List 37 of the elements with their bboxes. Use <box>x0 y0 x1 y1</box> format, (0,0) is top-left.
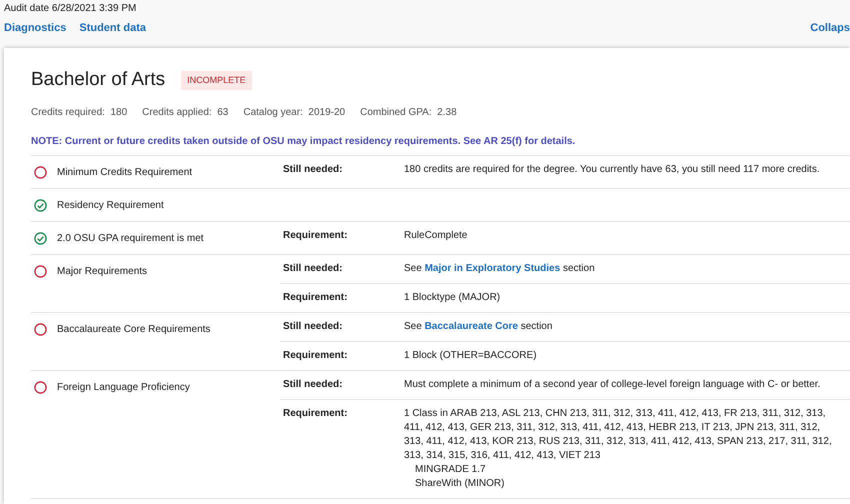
degree-stat: Credits required: 180 <box>31 106 128 120</box>
degree-stat: Combined GPA: 2.38 <box>360 106 457 120</box>
requirement-name: Residency Requirement <box>57 198 164 212</box>
detail-text: RuleComplete <box>404 228 468 242</box>
detail-text: 180 credits are required for the degree. You currently have 63, you still need 117 more credits. <box>404 162 821 176</box>
collapse-link[interactable]: Collaps <box>810 20 850 36</box>
requirement-name: Foreign Language Proficiency <box>57 380 190 394</box>
audit-date: Audit date 6/28/2021 3:39 PM <box>4 2 138 16</box>
detail-label: Requirement: <box>282 406 348 420</box>
requirement-name: Baccalaureate Core Requirements <box>57 322 210 336</box>
degree-stat: Catalog year: 2019-20 <box>243 106 346 120</box>
detail-text: 1 Block (OTHER=BACCORE) <box>404 348 538 362</box>
nav-link[interactable]: Student data <box>79 20 146 36</box>
detail-label: Still needed: <box>282 320 344 334</box>
requirement-name: Minimum Credits Requirement <box>57 166 192 178</box>
requirement-name: 2.0 OSU GPA requirement is met <box>57 232 204 244</box>
detail-text: Must complete a minimum of a second year of college-level foreign language with C- or better. <box>404 378 822 392</box>
detail-subtext: MINGRADE 1.7 <box>414 462 487 476</box>
degree-title: Bachelor of Arts <box>31 68 166 92</box>
detail-label: Still needed: <box>282 162 344 176</box>
detail-text: See Baccalaureate Core section <box>404 320 552 332</box>
detail-text: 1 Blocktype (MAJOR) <box>404 290 502 304</box>
detail-label: Requirement: <box>282 348 348 362</box>
detail-subtext: ShareWith (MINOR) <box>414 476 506 490</box>
section-link[interactable]: Baccalaureate Core <box>424 320 518 332</box>
residency-note: NOTE: Current or future credits taken outside of OSU may impact residency requirements. See AR 25(f) for details. <box>31 134 850 156</box>
status-badge: INCOMPLETE <box>181 70 252 90</box>
detail-label: Requirement: <box>282 228 348 242</box>
requirement-name: Major Requirements <box>57 264 148 278</box>
detail-label: Still needed: <box>282 262 344 276</box>
detail-label: Requirement: <box>282 290 348 304</box>
detail-text: 1 Class in ARAB 213, ASL 213, CHN 213, 311, 312, 313, 411, 412, 413, FR 213, 311, 312, 313, 411, 412, 413, GER 213, 311, 312, 313, 411, 412, 413, HEBR 213, IT 213, JPN 213, 311, 312, 313, 411, 412, 413, KOR 213, RUS 213, 311, 312, 313, 411, 412, 413, SPAN 213, 217, 311, 312, 313, 314, 315, 316, 411, 412, 413, VIET 213 <box>404 406 833 462</box>
nav-link[interactable]: Diagnostics <box>4 20 66 36</box>
detail-text: See Major in Exploratory Studies section <box>404 262 595 274</box>
section-link[interactable]: Major in Exploratory Studies <box>424 262 560 274</box>
degree-stat: Credits applied: 63 <box>142 106 228 120</box>
detail-label: Still needed: <box>282 378 344 392</box>
